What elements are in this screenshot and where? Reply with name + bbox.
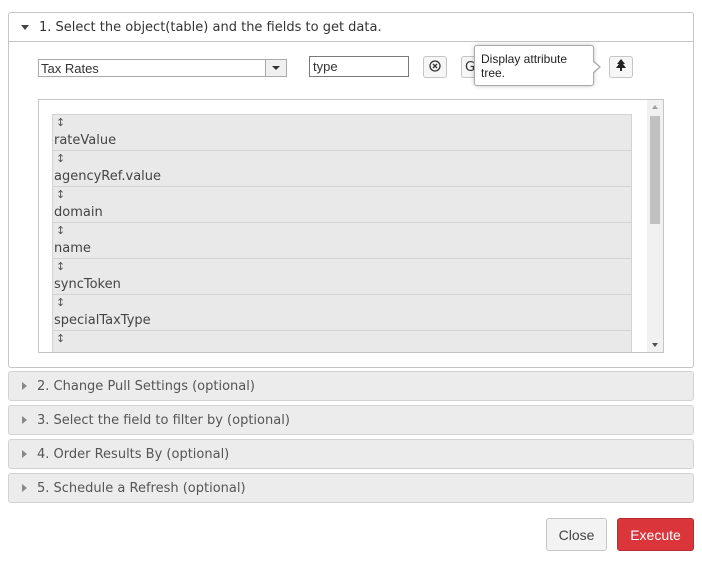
attribute-tree-tooltip: Display attribute tree. bbox=[474, 45, 601, 86]
collapse-caret-icon bbox=[21, 24, 29, 30]
tree-icon bbox=[615, 58, 627, 76]
fields-list: ↕ rateValue ↕ agencyRef.value ↕ domain ↕… bbox=[52, 114, 632, 352]
attribute-tree-button[interactable] bbox=[609, 56, 633, 78]
field-name: name bbox=[54, 241, 91, 256]
drag-handle-icon[interactable]: ↕ bbox=[56, 224, 65, 237]
fields-list-box: ↕ rateValue ↕ agencyRef.value ↕ domain ↕… bbox=[38, 99, 664, 353]
fields-scrollbar[interactable] bbox=[647, 100, 663, 352]
tooltip-line1: Display attribute bbox=[481, 52, 568, 66]
field-item[interactable]: ↕ domain bbox=[52, 186, 632, 222]
field-name: agencyRef.value bbox=[54, 169, 162, 184]
drag-handle-icon[interactable]: ↕ bbox=[56, 296, 65, 309]
chevron-down-icon[interactable] bbox=[265, 60, 286, 76]
field-name: rateValue bbox=[54, 133, 117, 148]
close-button[interactable]: Close bbox=[546, 518, 607, 551]
drag-handle-icon[interactable]: ↕ bbox=[56, 188, 65, 201]
field-item[interactable]: ↕ syncToken bbox=[52, 258, 632, 294]
section-filter-field[interactable]: 3. Select the field to filter by (option… bbox=[8, 405, 694, 435]
section-pull-settings[interactable]: 2. Change Pull Settings (optional) bbox=[8, 371, 694, 401]
clear-circle-icon bbox=[429, 59, 441, 75]
tooltip-line2: tree. bbox=[481, 66, 506, 80]
field-item[interactable]: ↕ specialTaxType bbox=[52, 294, 632, 330]
go-button[interactable]: G bbox=[461, 56, 475, 78]
section-schedule-refresh[interactable]: 5. Schedule a Refresh (optional) bbox=[8, 473, 694, 503]
expand-caret-icon bbox=[22, 484, 27, 492]
drag-handle-icon[interactable]: ↕ bbox=[56, 260, 65, 273]
field-search-input[interactable] bbox=[309, 56, 409, 77]
scroll-up-arrow-icon[interactable] bbox=[647, 100, 663, 114]
step1-header[interactable]: 1. Select the object(table) and the fiel… bbox=[9, 13, 693, 42]
section-title: 3. Select the field to filter by (option… bbox=[37, 412, 290, 428]
scrollbar-thumb[interactable] bbox=[650, 116, 660, 224]
step1-panel: 1. Select the object(table) and the fiel… bbox=[8, 12, 694, 368]
field-name: specialTaxType bbox=[54, 313, 151, 328]
expand-caret-icon bbox=[22, 450, 27, 458]
drag-handle-icon[interactable]: ↕ bbox=[56, 116, 65, 129]
scroll-down-arrow-icon[interactable] bbox=[647, 338, 663, 352]
section-title: 4. Order Results By (optional) bbox=[37, 446, 230, 462]
field-item[interactable]: ↕ rateValue bbox=[52, 114, 632, 150]
section-title: 2. Change Pull Settings (optional) bbox=[37, 378, 255, 394]
execute-button[interactable]: Execute bbox=[617, 518, 694, 551]
drag-handle-icon[interactable]: ↕ bbox=[56, 332, 65, 345]
section-title: 5. Schedule a Refresh (optional) bbox=[37, 480, 246, 496]
clear-search-button[interactable] bbox=[423, 56, 447, 78]
section-order-results[interactable]: 4. Order Results By (optional) bbox=[8, 439, 694, 469]
object-select-value: Tax Rates bbox=[41, 61, 99, 76]
field-name: domain bbox=[54, 205, 103, 220]
drag-handle-icon[interactable]: ↕ bbox=[56, 152, 65, 165]
field-item[interactable]: ↕ agencyRef.value bbox=[52, 150, 632, 186]
field-item[interactable]: ↕ name bbox=[52, 222, 632, 258]
field-name: syncToken bbox=[54, 277, 121, 292]
expand-caret-icon bbox=[22, 382, 27, 390]
object-select[interactable]: Tax Rates bbox=[38, 59, 287, 77]
field-item[interactable]: ↕ bbox=[52, 330, 632, 352]
expand-caret-icon bbox=[22, 416, 27, 424]
step1-title: 1. Select the object(table) and the fiel… bbox=[39, 19, 382, 35]
